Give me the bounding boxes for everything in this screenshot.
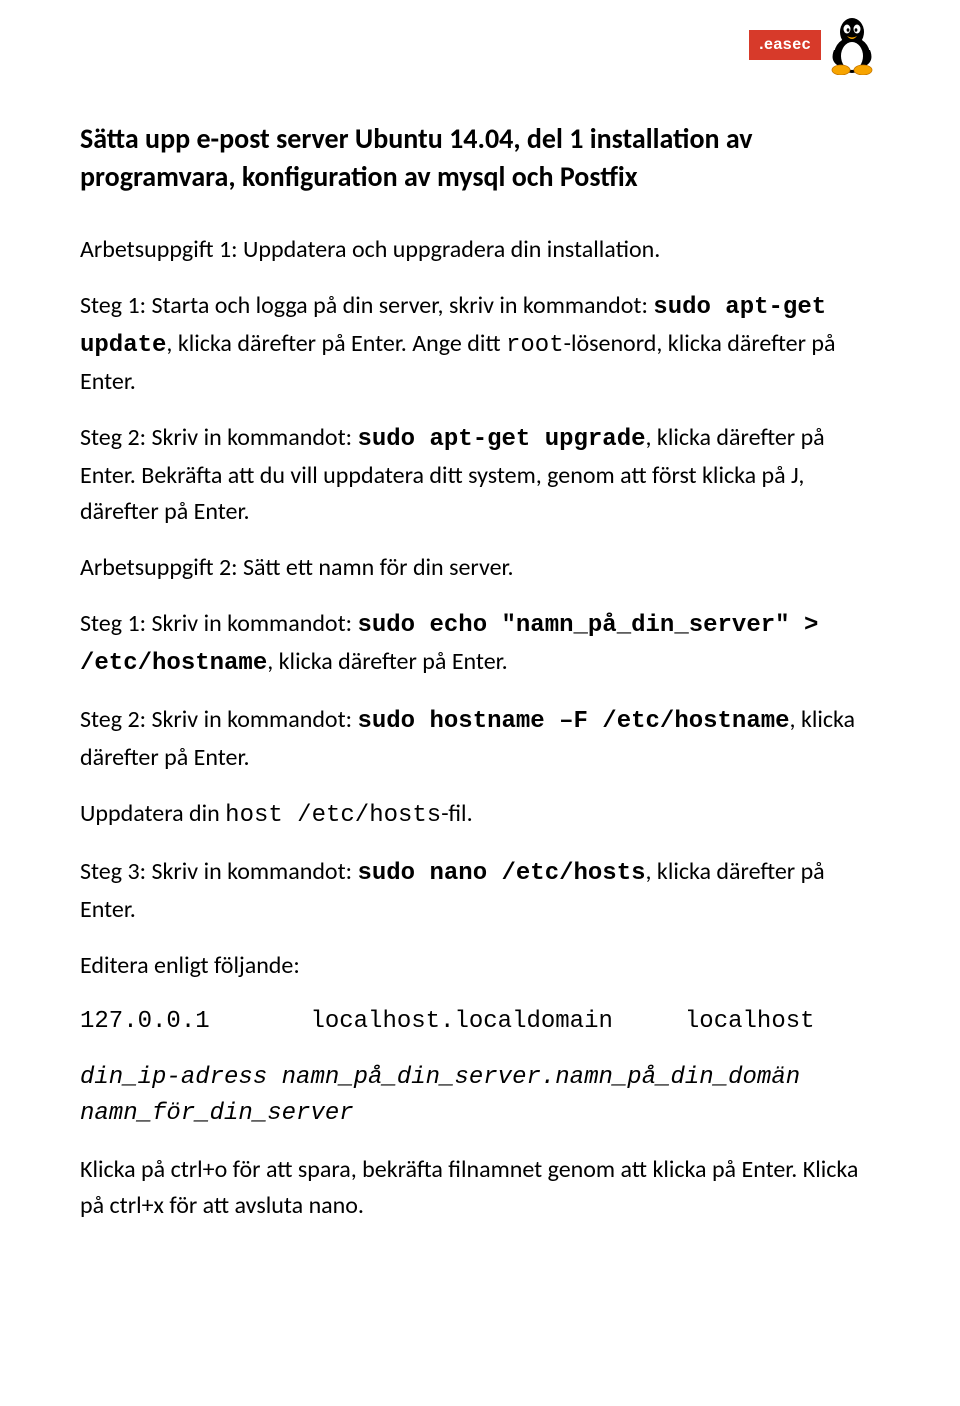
step-2-3: Steg 3: Skriv in kommandot: sudo nano /e… [80, 854, 880, 928]
text: , klicka därefter på Enter. Ange ditt [166, 329, 506, 358]
text: Steg 2: Skriv in kommandot: [80, 705, 357, 734]
hosts-path: host /etc/hosts [225, 802, 441, 829]
document-page: Sätta upp e-post server Ubuntu 14.04, de… [0, 0, 960, 1284]
text: Steg 3: Skriv in kommandot: [80, 857, 357, 886]
save-instructions: Klicka på ctrl+o för att spara, bekräfta… [80, 1152, 880, 1224]
step-1-2: Steg 2: Skriv in kommandot: sudo apt-get… [80, 420, 880, 530]
root-text: root [506, 332, 564, 359]
command-text: sudo apt-get upgrade [357, 426, 645, 453]
step-1-1: Steg 1: Starta och logga på din server, … [80, 288, 880, 400]
text: Steg 1: Skriv in kommandot: [80, 609, 357, 638]
hosts-file-line-2: din_ip-adress namn_på_din_server.namn_på… [80, 1060, 880, 1132]
text: -fil. [441, 799, 472, 828]
update-hosts-heading: Uppdatera din host /etc/hosts-fil. [80, 796, 880, 834]
text: Steg 2: Skriv in kommandot: [80, 423, 357, 452]
text: , klicka därefter på Enter. [267, 647, 507, 676]
edit-heading: Editera enligt följande: [80, 948, 880, 984]
text: Steg 1: Starta och logga på din server, … [80, 291, 653, 320]
header-logo-area: .easec [749, 10, 880, 80]
task-2-heading: Arbetsuppgift 2: Sätt ett namn för din s… [80, 550, 880, 586]
task-1-heading: Arbetsuppgift 1: Uppdatera och uppgrader… [80, 232, 880, 268]
hosts-file-line-1: 127.0.0.1 localhost.localdomain localhos… [80, 1004, 880, 1040]
text: Uppdatera din [80, 799, 225, 828]
step-2-2: Steg 2: Skriv in kommandot: sudo hostnam… [80, 702, 880, 776]
brand-badge: .easec [749, 30, 821, 60]
command-text: sudo hostname –F /etc/hostname [357, 708, 789, 735]
tux-penguin-icon [825, 10, 880, 80]
command-text: sudo nano /etc/hosts [357, 860, 645, 887]
step-2-1: Steg 1: Skriv in kommandot: sudo echo "n… [80, 606, 880, 682]
